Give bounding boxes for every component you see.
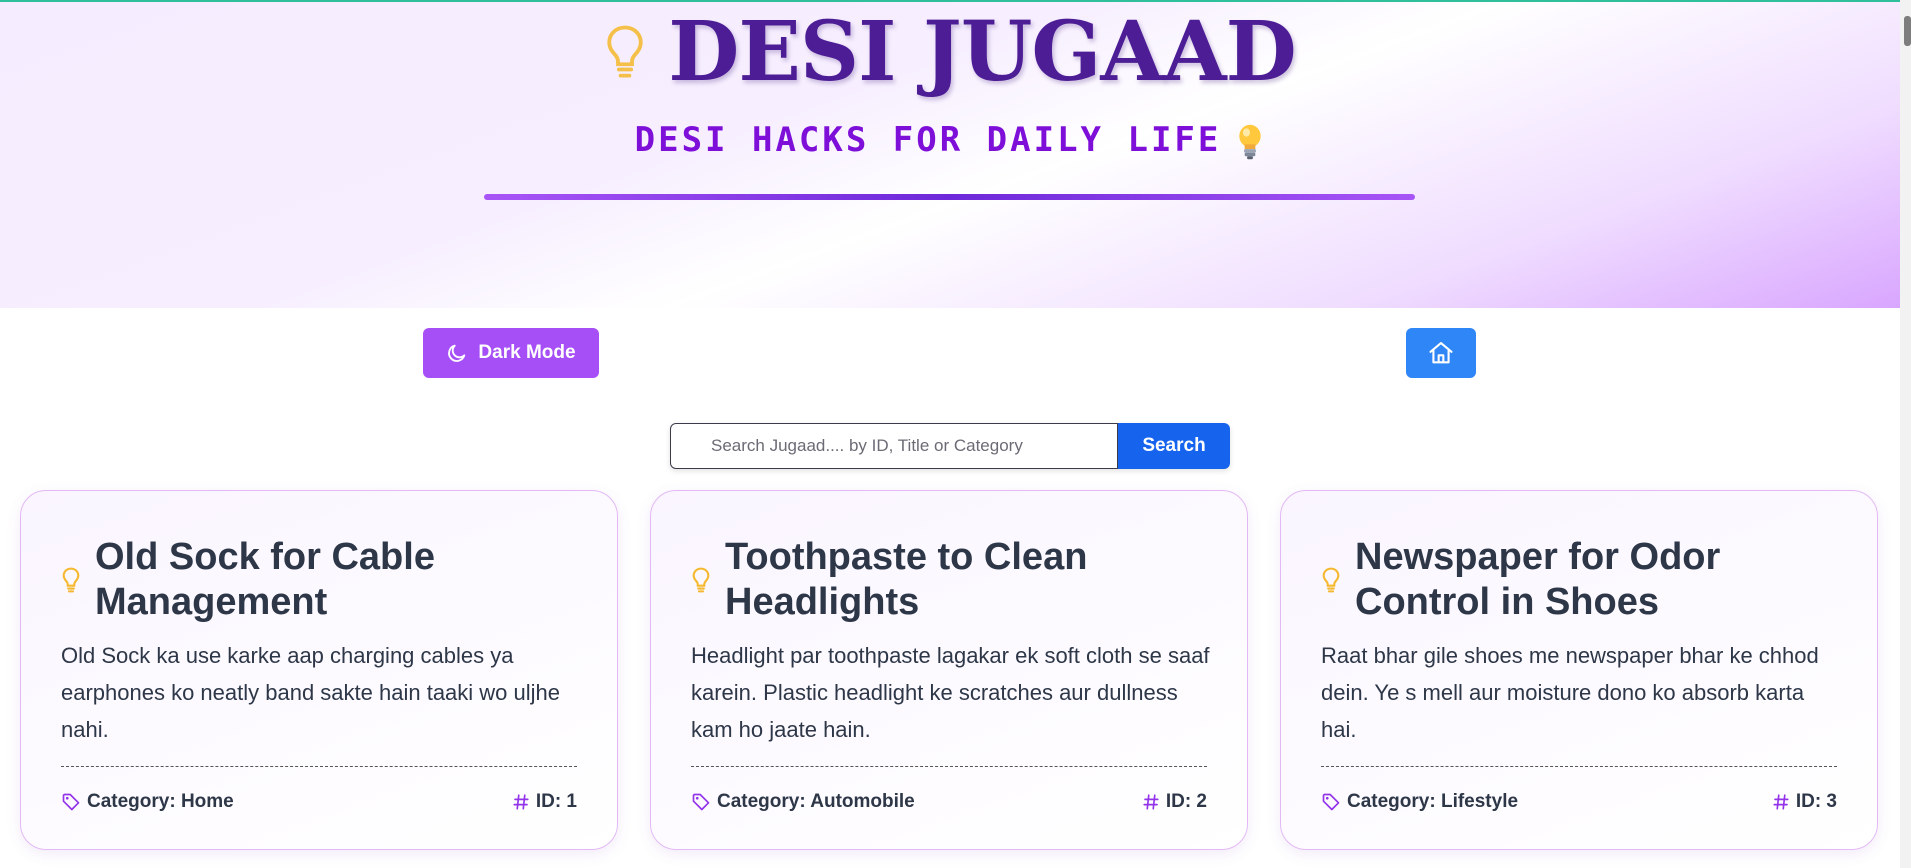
card-title: Newspaper for Odor Control in Shoes <box>1355 536 1721 623</box>
home-button[interactable] <box>1406 328 1476 378</box>
hero-title-row: DESI JUGAAD <box>0 2 1900 102</box>
hash-icon <box>513 794 529 810</box>
page-scrollbar[interactable] <box>1900 0 1911 868</box>
lightbulb-icon <box>692 567 710 593</box>
card-title: Toothpaste to Clean Headlights <box>725 536 1088 623</box>
card-footer: Category: Automobile ID: 2 <box>691 787 1207 817</box>
card-header: Old Sock for Cable Management <box>61 535 587 625</box>
hash-icon <box>1773 794 1789 810</box>
search-input[interactable] <box>670 423 1118 469</box>
home-icon <box>1429 342 1453 364</box>
card-title: Old Sock for Cable Management <box>95 536 435 623</box>
card-footer: Category: Home ID: 1 <box>61 787 577 817</box>
card-category: Category: Automobile <box>691 791 915 813</box>
scrollbar-thumb[interactable] <box>1904 16 1911 46</box>
lightbulb-icon <box>62 567 80 593</box>
dark-mode-label: Dark Mode <box>478 342 576 363</box>
card-id: ID: 2 <box>1142 791 1207 813</box>
card-description: Old Sock ka use karke aap charging cable… <box>61 643 561 742</box>
header-divider <box>484 194 1415 200</box>
id-label: ID: 2 <box>1165 791 1207 812</box>
card-id: ID: 3 <box>1772 791 1837 813</box>
jugaad-card: Toothpaste to Clean Headlights Headlight… <box>650 490 1248 850</box>
search-button[interactable]: Search <box>1118 423 1230 469</box>
id-label: ID: 3 <box>1795 791 1837 812</box>
card-separator <box>1321 766 1837 767</box>
card-footer: Category: Lifestyle ID: 3 <box>1321 787 1837 817</box>
card-separator <box>691 766 1207 767</box>
lightbulb-icon <box>1322 567 1340 593</box>
card-id: ID: 1 <box>512 791 577 813</box>
hero-header: DESI JUGAAD DESI HACKS FOR DAILY LIFE <box>0 2 1900 308</box>
lightbulb-emoji-icon <box>1239 124 1262 159</box>
id-label: ID: 1 <box>535 791 577 812</box>
card-category: Category: Lifestyle <box>1321 791 1518 813</box>
dark-mode-button[interactable]: Dark Mode <box>423 328 599 378</box>
card-header: Toothpaste to Clean Headlights <box>691 535 1217 625</box>
tag-icon <box>1322 793 1340 811</box>
moon-icon <box>448 344 466 362</box>
jugaad-card: Newspaper for Odor Control in Shoes Raat… <box>1280 490 1878 850</box>
card-description: Raat bhar gile shoes me newspaper bhar k… <box>1321 643 1819 742</box>
subtitle-text: DESI HACKS FOR DAILY LIFE <box>634 120 1222 160</box>
category-label: Category: Automobile <box>717 791 915 812</box>
category-label: Category: Home <box>87 791 234 812</box>
tag-icon <box>692 793 710 811</box>
page-subtitle: DESI HACKS FOR DAILY LIFE <box>0 120 1900 161</box>
card-separator <box>61 766 577 767</box>
card-category: Category: Home <box>61 791 234 813</box>
search-bar: Search <box>670 423 1230 469</box>
page-title: DESI JUGAAD <box>668 4 1296 100</box>
tag-icon <box>62 793 80 811</box>
category-label: Category: Lifestyle <box>1347 791 1519 812</box>
card-header: Newspaper for Odor Control in Shoes <box>1321 535 1847 625</box>
jugaad-card: Old Sock for Cable Management Old Sock k… <box>20 490 618 850</box>
card-description: Headlight par toothpaste lagakar ek soft… <box>691 643 1210 742</box>
lightbulb-icon <box>607 25 643 78</box>
hash-icon <box>1143 794 1159 810</box>
